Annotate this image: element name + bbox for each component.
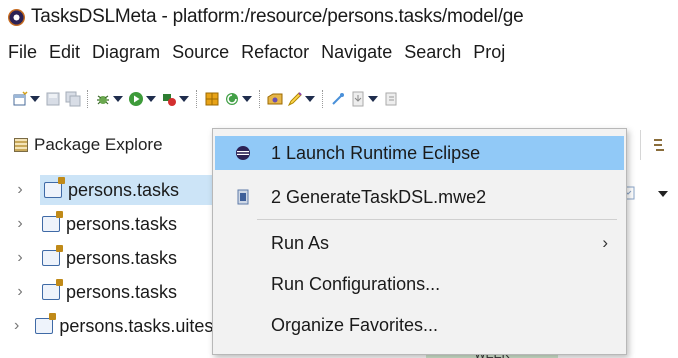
edit-dropdown-chevron-icon[interactable] xyxy=(305,91,315,107)
toolbar-separator xyxy=(87,90,89,108)
save-all-icon[interactable] xyxy=(65,91,81,107)
run-history-dropdown: 1 Launch Runtime Eclipse 2 GenerateTaskD… xyxy=(212,128,627,355)
save-icon[interactable] xyxy=(45,91,61,107)
menubar: File Edit Diagram Source Refactor Naviga… xyxy=(0,36,678,68)
run-icon[interactable] xyxy=(128,91,144,107)
external-tools-dropdown-chevron-icon[interactable] xyxy=(179,91,189,107)
run-menu-item-generate-task-dsl[interactable]: 2 GenerateTaskDSL.mwe2 xyxy=(215,180,624,214)
menu-edit[interactable]: Edit xyxy=(43,42,86,63)
edit-icon[interactable] xyxy=(287,91,303,107)
run-dropdown-chevron-icon[interactable] xyxy=(146,91,156,107)
submenu-arrow-icon: › xyxy=(602,233,608,252)
main-toolbar xyxy=(0,84,678,114)
mwe2-file-icon xyxy=(235,189,251,205)
run-menu-item-label: Run Configurations... xyxy=(271,273,441,294)
new-package-icon[interactable] xyxy=(204,91,220,107)
menu-file[interactable]: File xyxy=(0,42,43,63)
refresh-icon[interactable] xyxy=(224,91,240,107)
tree-row[interactable]: › persons.tasks xyxy=(0,243,212,273)
project-folder-icon xyxy=(42,245,63,266)
open-type-icon[interactable] xyxy=(267,91,283,107)
window-titlebar: TasksDSLMeta - platform:/resource/person… xyxy=(0,0,678,34)
menu-source[interactable]: Source xyxy=(166,42,235,63)
package-explorer-title: Package Explore xyxy=(34,135,163,154)
tree-row-label: persons.tasks xyxy=(66,247,178,268)
tree-row-label: persons.tasks xyxy=(66,213,178,234)
refresh-dropdown-chevron-icon[interactable] xyxy=(242,91,252,107)
package-explorer-header[interactable]: Package Explore xyxy=(0,130,210,160)
menu-refactor[interactable]: Refactor xyxy=(235,42,315,63)
toolbar-separator xyxy=(196,90,198,108)
project-folder-icon xyxy=(44,177,65,198)
toggle-mark-icon[interactable] xyxy=(330,91,346,107)
project-folder-icon xyxy=(42,279,63,300)
menu-search[interactable]: Search xyxy=(398,42,467,63)
annotation-dropdown-chevron-icon[interactable] xyxy=(368,91,378,107)
forward-icon[interactable] xyxy=(383,91,399,107)
tree-row[interactable]: › persons.tasks xyxy=(0,277,212,307)
eclipse-icon xyxy=(235,145,251,161)
run-menu-item-launch-runtime-eclipse[interactable]: 1 Launch Runtime Eclipse xyxy=(215,136,624,170)
menu-navigate[interactable]: Navigate xyxy=(315,42,398,63)
toolbar-separator xyxy=(259,90,261,108)
run-menu-item-label: Run As xyxy=(271,232,330,253)
toolbar-separator xyxy=(322,90,324,108)
expand-chevron-icon[interactable]: › xyxy=(14,215,26,233)
tree-row[interactable]: › persons.tasks xyxy=(0,209,212,239)
run-as-menu-item[interactable]: Run As › xyxy=(215,226,624,260)
project-folder-icon xyxy=(35,313,57,334)
tree-row[interactable]: › persons.tasks.uitests xyxy=(0,311,212,341)
expand-chevron-icon[interactable]: › xyxy=(14,249,26,267)
tree-row-label: persons.tasks xyxy=(68,179,180,200)
expand-chevron-icon[interactable]: › xyxy=(14,181,26,199)
organize-favorites-menu-item[interactable]: Organize Favorites... xyxy=(215,308,624,342)
run-menu-item-label: 2 GenerateTaskDSL.mwe2 xyxy=(271,186,487,207)
run-menu-item-label: 1 Launch Runtime Eclipse xyxy=(271,142,481,163)
run-menu-item-label: Organize Favorites... xyxy=(271,314,439,335)
external-tools-icon[interactable] xyxy=(161,91,177,107)
menu-separator xyxy=(257,219,617,220)
debug-icon[interactable] xyxy=(95,91,111,107)
annotation-icon[interactable] xyxy=(350,91,366,107)
menu-diagram[interactable]: Diagram xyxy=(86,42,166,63)
window-title: TasksDSLMeta - platform:/resource/person… xyxy=(31,6,524,27)
package-explorer-icon xyxy=(14,138,28,152)
new-wizard-icon[interactable] xyxy=(12,91,28,107)
project-folder-icon xyxy=(42,211,63,232)
outline-view-tab[interactable] xyxy=(640,130,678,160)
tree-row-label: persons.tasks.uitests xyxy=(59,315,212,336)
run-configurations-menu-item[interactable]: Run Configurations... xyxy=(215,267,624,301)
expand-chevron-icon[interactable]: › xyxy=(14,317,19,335)
tree-row-label: persons.tasks xyxy=(66,281,178,302)
menu-project[interactable]: Proj xyxy=(467,42,511,63)
expand-chevron-icon[interactable]: › xyxy=(14,283,26,301)
new-dropdown-chevron-icon[interactable] xyxy=(30,91,40,107)
eclipse-app-icon xyxy=(8,8,25,26)
view-menu-widget[interactable] xyxy=(618,184,678,206)
debug-dropdown-chevron-icon[interactable] xyxy=(113,91,123,107)
tree-row-selected[interactable]: persons.tasks xyxy=(40,175,212,205)
